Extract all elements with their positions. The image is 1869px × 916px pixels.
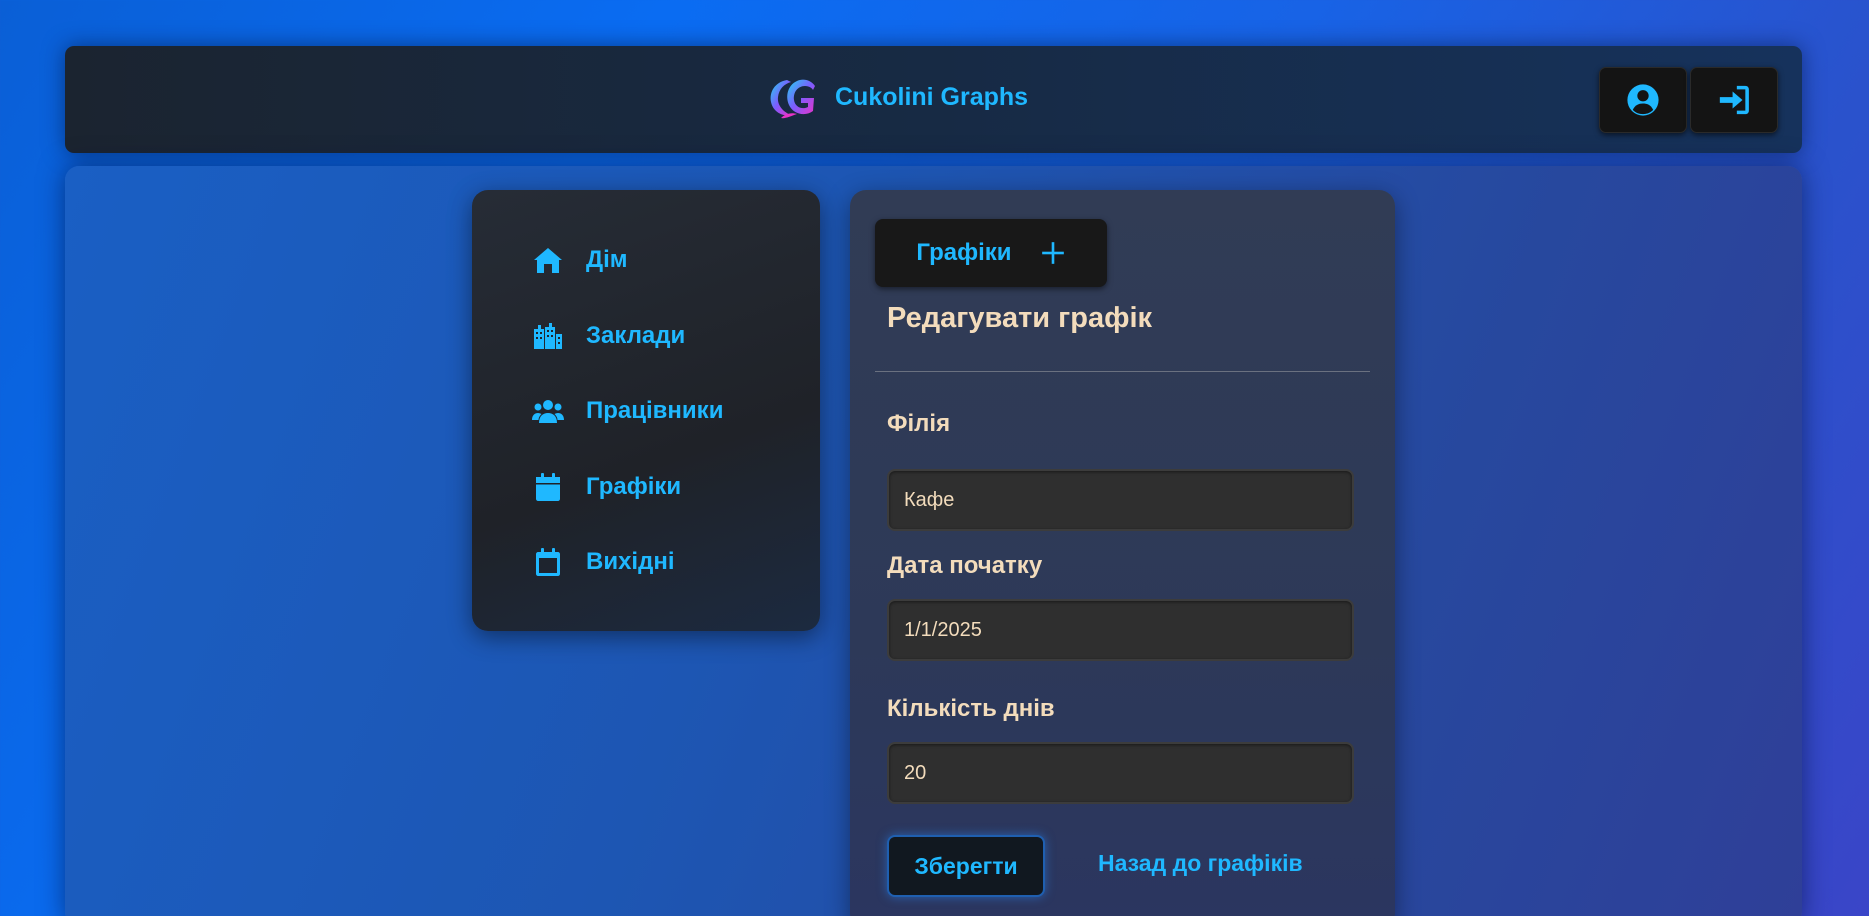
brand[interactable]: Cukolini Graphs (767, 74, 1028, 120)
city-icon (534, 323, 562, 349)
login-button[interactable] (1690, 67, 1778, 133)
sidebar-item-label: Вихідні (586, 548, 675, 575)
calendar-outline-icon (536, 548, 560, 576)
cg-logo-icon (767, 74, 825, 120)
sidebar: Дім Заклади Працівники Графіки Вихідні (472, 190, 820, 631)
save-button[interactable]: Зберегти (887, 835, 1045, 897)
back-to-schedules-link[interactable]: Назад до графіків (1098, 850, 1303, 877)
start-date-input[interactable] (887, 599, 1354, 661)
sidebar-item-label: Графіки (586, 473, 682, 500)
sidebar-item-employees[interactable]: Працівники (532, 391, 723, 431)
divider (875, 371, 1370, 372)
sidebar-item-venues[interactable]: Заклади (532, 316, 685, 356)
schedules-tab-button[interactable]: Графіки (875, 219, 1107, 287)
branch-label: Філія (887, 410, 951, 437)
sidebar-item-home[interactable]: Дім (532, 240, 628, 280)
plus-icon (1041, 242, 1064, 264)
days-count-input[interactable] (887, 742, 1354, 804)
days-count-label: Кількість днів (887, 695, 1055, 722)
page-title: Редагувати графік (887, 302, 1153, 334)
sidebar-item-schedules[interactable]: Графіки (532, 467, 681, 507)
tab-label: Графіки (916, 239, 1012, 266)
sidebar-item-label: Заклади (586, 322, 686, 349)
calendar-icon (536, 473, 560, 501)
edit-schedule-card: Графіки Редагувати графік Філія Дата поч… (850, 190, 1395, 916)
home-icon (534, 248, 562, 273)
sign-in-icon (1719, 85, 1749, 115)
branch-input[interactable] (887, 469, 1354, 531)
users-icon (532, 400, 564, 423)
sidebar-item-days-off[interactable]: Вихідні (532, 542, 675, 582)
profile-button[interactable] (1599, 67, 1687, 133)
user-circle-icon (1627, 84, 1659, 116)
top-header: Cukolini Graphs (65, 46, 1802, 153)
brand-name: Cukolini Graphs (835, 82, 1029, 111)
sidebar-item-label: Працівники (586, 397, 724, 424)
start-date-label: Дата початку (887, 552, 1043, 579)
sidebar-item-label: Дім (586, 246, 628, 273)
